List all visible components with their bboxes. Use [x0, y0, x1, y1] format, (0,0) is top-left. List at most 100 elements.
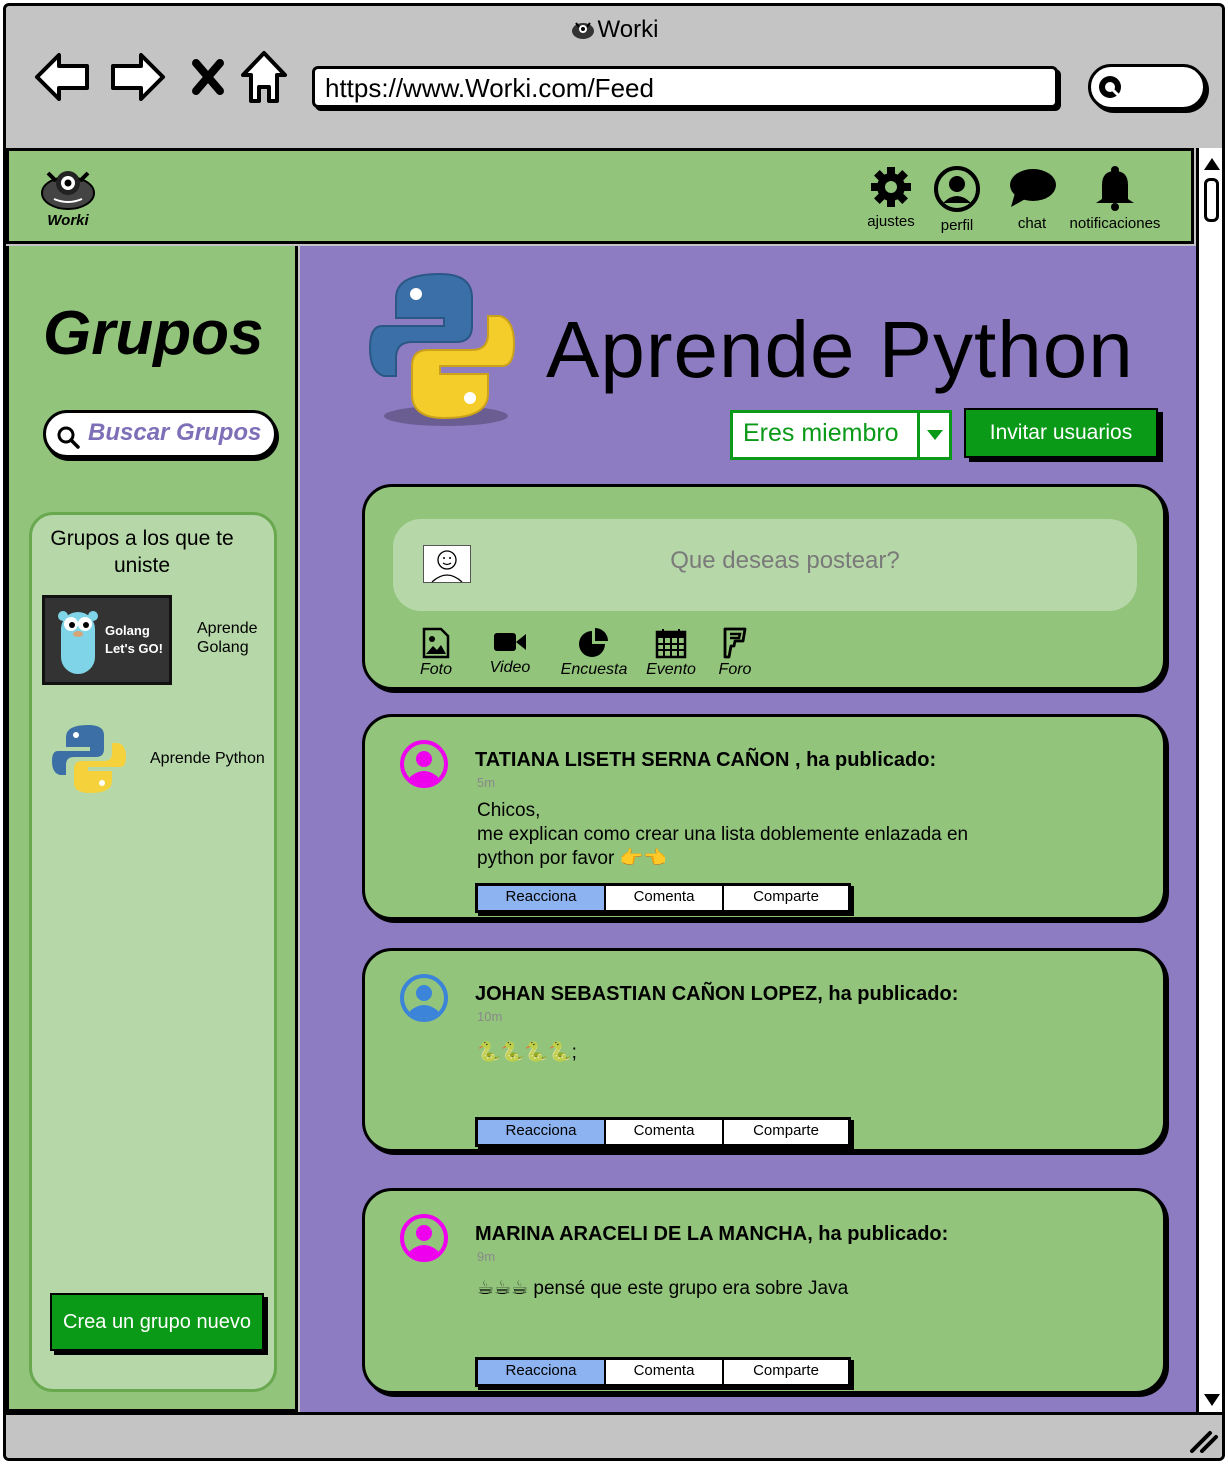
membership-dropdown[interactable]: Eres miembro — [730, 410, 952, 460]
arrow-left-icon — [35, 53, 89, 101]
post-body-line: ☕☕☕ pensé que este grupo era sobre Java — [477, 1278, 849, 1299]
search-icon — [1099, 76, 1121, 98]
browser-window: Worki https://www.Worki.com/Feed Worki a… — [3, 3, 1225, 1461]
react-button[interactable]: Reacciona — [478, 1360, 606, 1384]
share-button[interactable]: Comparte — [724, 1360, 848, 1384]
membership-dropdown-toggle[interactable] — [917, 413, 949, 457]
post-card: MARINA ARACELI DE LA MANCHA, ha publicad… — [362, 1188, 1166, 1394]
composer-event-button[interactable]: Evento — [641, 627, 701, 679]
video-camera-icon — [494, 633, 526, 651]
post-body: ☕☕☕ pensé que este grupo era sobre Java — [477, 1277, 1037, 1301]
image-icon — [422, 627, 450, 659]
settings-button[interactable]: ajustes — [861, 165, 921, 230]
post-time: 5m — [477, 775, 496, 790]
composer-avatar — [423, 545, 471, 583]
create-group-button[interactable]: Crea un grupo nuevo — [50, 1293, 264, 1351]
scroll-up-icon[interactable] — [1203, 156, 1221, 172]
composer-placeholder: Que deseas postear? — [670, 547, 900, 574]
event-label: Evento — [646, 661, 696, 678]
share-button[interactable]: Comparte — [724, 886, 848, 910]
composer-input[interactable]: Que deseas postear? — [393, 519, 1137, 611]
invite-users-button[interactable]: Invitar usuarios — [964, 408, 1158, 458]
group-item-python[interactable]: Aprende Python — [42, 721, 265, 802]
photo-label: Foto — [419, 661, 452, 678]
user-avatar-icon[interactable] — [399, 973, 449, 1023]
window-title: Worki — [6, 16, 1222, 44]
groups-sidebar: Grupos Buscar Grupos Grupos a los que te… — [6, 246, 298, 1412]
post-author[interactable]: TATIANA LISETH SERNA CAÑON , ha publicad… — [475, 749, 936, 772]
group-search-input[interactable]: Buscar Grupos — [43, 410, 277, 458]
chevron-down-icon — [926, 430, 943, 440]
stop-button[interactable] — [178, 48, 238, 106]
calendar-icon — [655, 629, 687, 659]
browser-search-field[interactable] — [1088, 64, 1206, 110]
composer-poll-button[interactable]: Encuesta — [557, 627, 631, 679]
back-button[interactable] — [32, 48, 92, 106]
post-time: 10m — [477, 1009, 503, 1024]
worki-mascot-icon — [41, 171, 95, 210]
url-bar[interactable]: https://www.Worki.com/Feed — [312, 66, 1058, 108]
user-circle-icon — [934, 166, 980, 212]
sidebar-title: Grupos — [43, 299, 264, 368]
video-label: Video — [489, 659, 531, 676]
golang-thumbnail: Golang Let's GO! — [42, 595, 172, 685]
resize-grip-icon[interactable] — [1188, 1429, 1218, 1453]
vertical-scrollbar[interactable] — [1196, 148, 1222, 1416]
chat-label: chat — [1017, 215, 1047, 232]
group-title: Aprende Python — [546, 305, 1134, 394]
brand-logo[interactable]: Worki — [37, 165, 99, 229]
post-composer: Que deseas postear? Foto Video Encuesta … — [362, 484, 1166, 690]
post-body: Chicos, me explican como crear una lista… — [477, 799, 1037, 871]
group-item-golang[interactable]: Golang Let's GO! Aprende Golang — [42, 595, 258, 685]
composer-video-button[interactable]: Video — [485, 627, 535, 677]
scroll-thumb[interactable] — [1204, 178, 1219, 222]
gear-icon — [871, 167, 911, 207]
gopher-icon — [58, 611, 98, 674]
joined-groups-heading: Grupos a los que te uniste — [50, 527, 234, 577]
group-name-python: Aprende Python — [150, 750, 265, 767]
python-logo-icon — [368, 272, 516, 426]
search-icon — [57, 426, 80, 449]
notifications-button[interactable]: notificaciones — [1063, 165, 1167, 232]
poll-label: Encuesta — [560, 661, 628, 678]
chat-button[interactable]: chat — [1005, 165, 1059, 232]
home-button[interactable] — [234, 48, 294, 106]
post-actions: Reacciona Comenta Comparte — [475, 883, 851, 913]
post-card: TATIANA LISETH SERNA CAÑON , ha publicad… — [362, 714, 1166, 920]
user-avatar-icon[interactable] — [399, 739, 449, 789]
status-bar — [6, 1412, 1222, 1458]
post-author[interactable]: MARINA ARACELI DE LA MANCHA, ha publicad… — [475, 1223, 948, 1246]
composer-photo-button[interactable]: Foto — [415, 627, 457, 679]
post-body-line: Chicos, — [477, 800, 541, 821]
forum-label: Foro — [718, 661, 752, 678]
membership-label: Eres miembro — [743, 419, 899, 447]
close-icon — [192, 59, 224, 95]
bell-icon — [1096, 166, 1134, 211]
arrow-right-icon — [111, 53, 165, 101]
post-author[interactable]: JOHAN SEBASTIAN CAÑON LOPEZ, ha publicad… — [475, 983, 958, 1006]
group-name-golang: Aprende Golang — [197, 620, 258, 656]
forward-button[interactable] — [108, 48, 168, 106]
share-button[interactable]: Comparte — [724, 1120, 848, 1144]
smiley-user-icon — [431, 550, 463, 583]
post-time: 9m — [477, 1249, 496, 1264]
comment-button[interactable]: Comenta — [606, 1360, 724, 1384]
chat-bubble-icon — [1010, 169, 1056, 207]
post-body-line: 🐍🐍🐍🐍; — [477, 1042, 577, 1063]
profile-label: perfil — [940, 217, 974, 234]
scroll-down-icon[interactable] — [1203, 1392, 1221, 1408]
comment-button[interactable]: Comenta — [606, 1120, 724, 1144]
brand-name: Worki — [47, 212, 89, 229]
user-avatar-icon[interactable] — [399, 1213, 449, 1263]
react-button[interactable]: Reacciona — [478, 886, 606, 910]
comment-button[interactable]: Comenta — [606, 886, 724, 910]
group-search-placeholder: Buscar Grupos — [88, 419, 262, 446]
window-title-text: Worki — [597, 16, 659, 43]
home-icon — [241, 51, 287, 103]
profile-button[interactable]: perfil — [929, 165, 985, 234]
forum-icon — [723, 627, 747, 659]
post-body-line: me explican como crear una lista dobleme… — [477, 824, 969, 845]
notifications-label: notificaciones — [1069, 215, 1161, 232]
react-button[interactable]: Reacciona — [478, 1120, 606, 1144]
composer-forum-button[interactable]: Foro — [715, 627, 755, 679]
